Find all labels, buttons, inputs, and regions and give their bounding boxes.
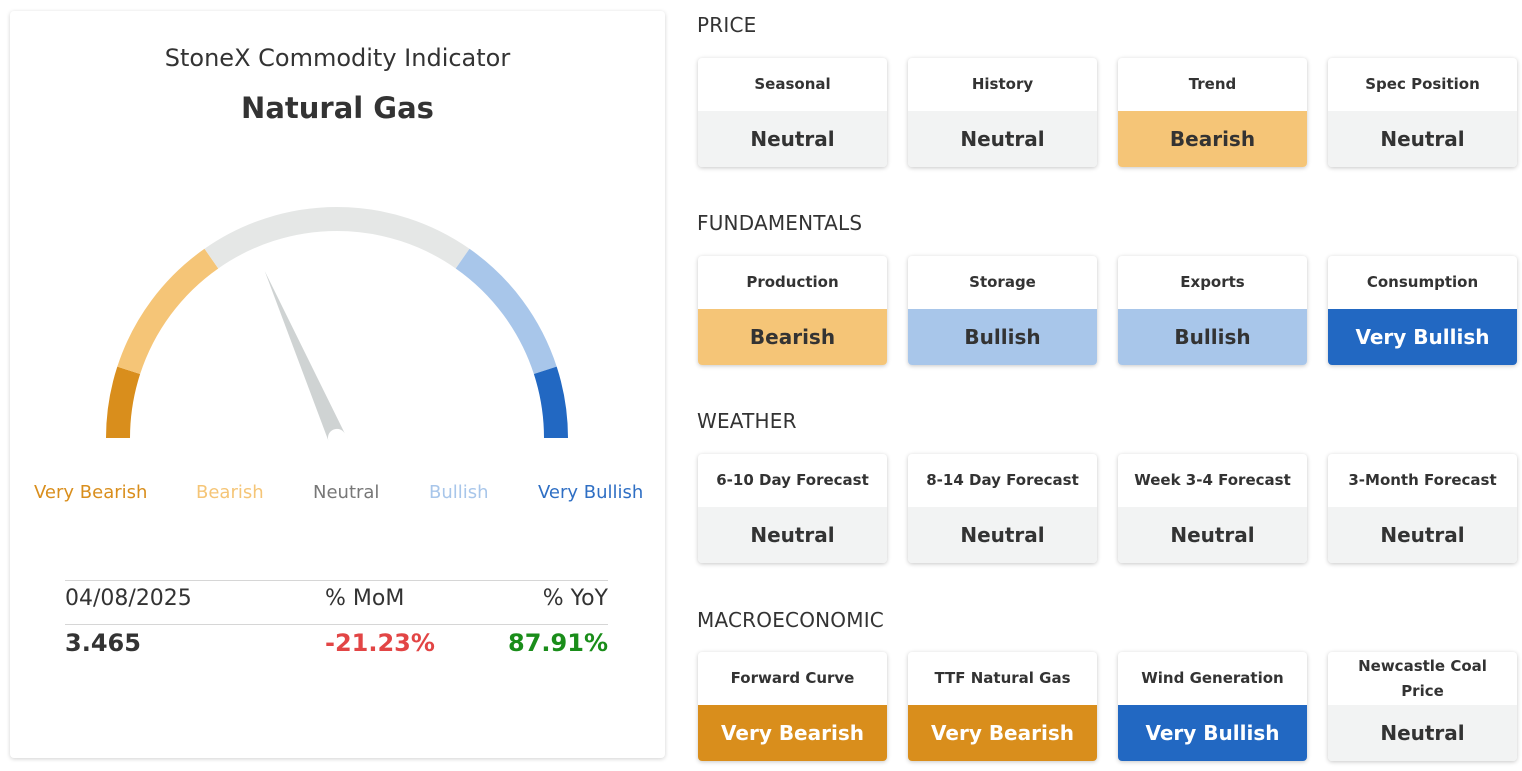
stats-divider-middle <box>65 624 608 625</box>
tile-status: Neutral <box>908 507 1097 563</box>
tile-wind-generation[interactable]: Wind Generation Very Bullish <box>1118 652 1307 761</box>
stats-divider-top <box>65 580 608 581</box>
tile-status: Bearish <box>1118 111 1307 167</box>
tile-trend[interactable]: Trend Bearish <box>1118 58 1307 167</box>
tile-label: 3-Month Forecast <box>1348 471 1497 489</box>
tile-status: Neutral <box>1118 507 1307 563</box>
section-title-price: PRICE <box>697 13 757 37</box>
stats-yoy-label: % YoY <box>542 586 608 611</box>
stats-mom-label: % MoM <box>325 586 405 611</box>
tile-newcastle-coal-price[interactable]: Newcastle Coal Price Neutral <box>1328 652 1517 761</box>
zone-label-neutral: Neutral <box>313 482 380 503</box>
tile-label: Newcastle Coal Price <box>1358 656 1487 700</box>
tile-ttf-natural-gas[interactable]: TTF Natural Gas Very Bearish <box>908 652 1097 761</box>
tile-status: Very Bearish <box>698 705 887 761</box>
tile-label: Consumption <box>1366 273 1479 291</box>
stats-yoy-value: 87.91% <box>508 629 608 657</box>
tile-label: 8-14 Day Forecast <box>926 471 1079 489</box>
tile-label: Production <box>746 273 839 291</box>
tile-8-14-day-forecast[interactable]: 8-14 Day Forecast Neutral <box>908 454 1097 563</box>
gauge-arc-bearish <box>117 248 219 375</box>
tile-status: Bullish <box>908 309 1097 365</box>
gauge-arc-neutral <box>204 207 470 269</box>
tile-label: Storage <box>969 273 1036 291</box>
gauge-arc-very-bearish <box>106 366 141 439</box>
tile-label: Exports <box>1180 273 1245 291</box>
tile-label: Forward Curve <box>730 669 855 687</box>
tile-history[interactable]: History Neutral <box>908 58 1097 167</box>
tile-label: Wind Generation <box>1141 669 1284 687</box>
gauge-arc-very-bullish <box>533 366 568 439</box>
stats-mom-value: -21.23% <box>325 629 435 657</box>
tile-label: TTF Natural Gas <box>934 669 1071 687</box>
zone-label-very-bullish: Very Bullish <box>538 482 644 503</box>
tile-storage[interactable]: Storage Bullish <box>908 256 1097 365</box>
tile-label: Week 3-4 Forecast <box>1134 471 1291 489</box>
indicator-gauge-card: StoneX Commodity Indicator Natural Gas V… <box>10 11 665 758</box>
tile-label: History <box>971 75 1034 93</box>
zone-label-bullish: Bullish <box>429 482 489 503</box>
tile-production[interactable]: Production Bearish <box>698 256 887 365</box>
tile-status: Neutral <box>908 111 1097 167</box>
tile-status: Neutral <box>698 111 887 167</box>
tile-status: Bullish <box>1118 309 1307 365</box>
section-title-weather: WEATHER <box>697 409 797 433</box>
stats-date: 04/08/2025 <box>65 586 192 611</box>
section-title-fundamentals: FUNDAMENTALS <box>697 211 863 235</box>
tile-status: Bearish <box>698 309 887 365</box>
tile-exports[interactable]: Exports Bullish <box>1118 256 1307 365</box>
sentiment-gauge <box>106 207 568 442</box>
tile-label: Seasonal <box>754 75 831 93</box>
tile-status: Neutral <box>698 507 887 563</box>
tile-status: Very Bullish <box>1118 705 1307 761</box>
tile-status: Neutral <box>1328 111 1517 167</box>
tile-status: Very Bullish <box>1328 309 1517 365</box>
tile-label: Spec Position <box>1365 75 1480 93</box>
tile-label: Trend <box>1188 75 1237 93</box>
gauge-arc-bullish <box>455 248 557 375</box>
tile-6-10-day-forecast[interactable]: 6-10 Day Forecast Neutral <box>698 454 887 563</box>
tile-spec-position[interactable]: Spec Position Neutral <box>1328 58 1517 167</box>
zone-label-bearish: Bearish <box>196 482 264 503</box>
tile-status: Neutral <box>1328 705 1517 761</box>
tile-week-3-4-forecast[interactable]: Week 3-4 Forecast Neutral <box>1118 454 1307 563</box>
zone-label-very-bearish: Very Bearish <box>34 482 148 503</box>
gauge-needle <box>264 270 346 442</box>
tile-consumption[interactable]: Consumption Very Bullish <box>1328 256 1517 365</box>
tile-label: 6-10 Day Forecast <box>716 471 869 489</box>
tile-seasonal[interactable]: Seasonal Neutral <box>698 58 887 167</box>
stats-price-value: 3.465 <box>65 629 141 657</box>
tile-3-month-forecast[interactable]: 3-Month Forecast Neutral <box>1328 454 1517 563</box>
section-title-macroeconomic: MACROECONOMIC <box>697 608 884 632</box>
tile-status: Very Bearish <box>908 705 1097 761</box>
tile-status: Neutral <box>1328 507 1517 563</box>
tile-forward-curve[interactable]: Forward Curve Very Bearish <box>698 652 887 761</box>
